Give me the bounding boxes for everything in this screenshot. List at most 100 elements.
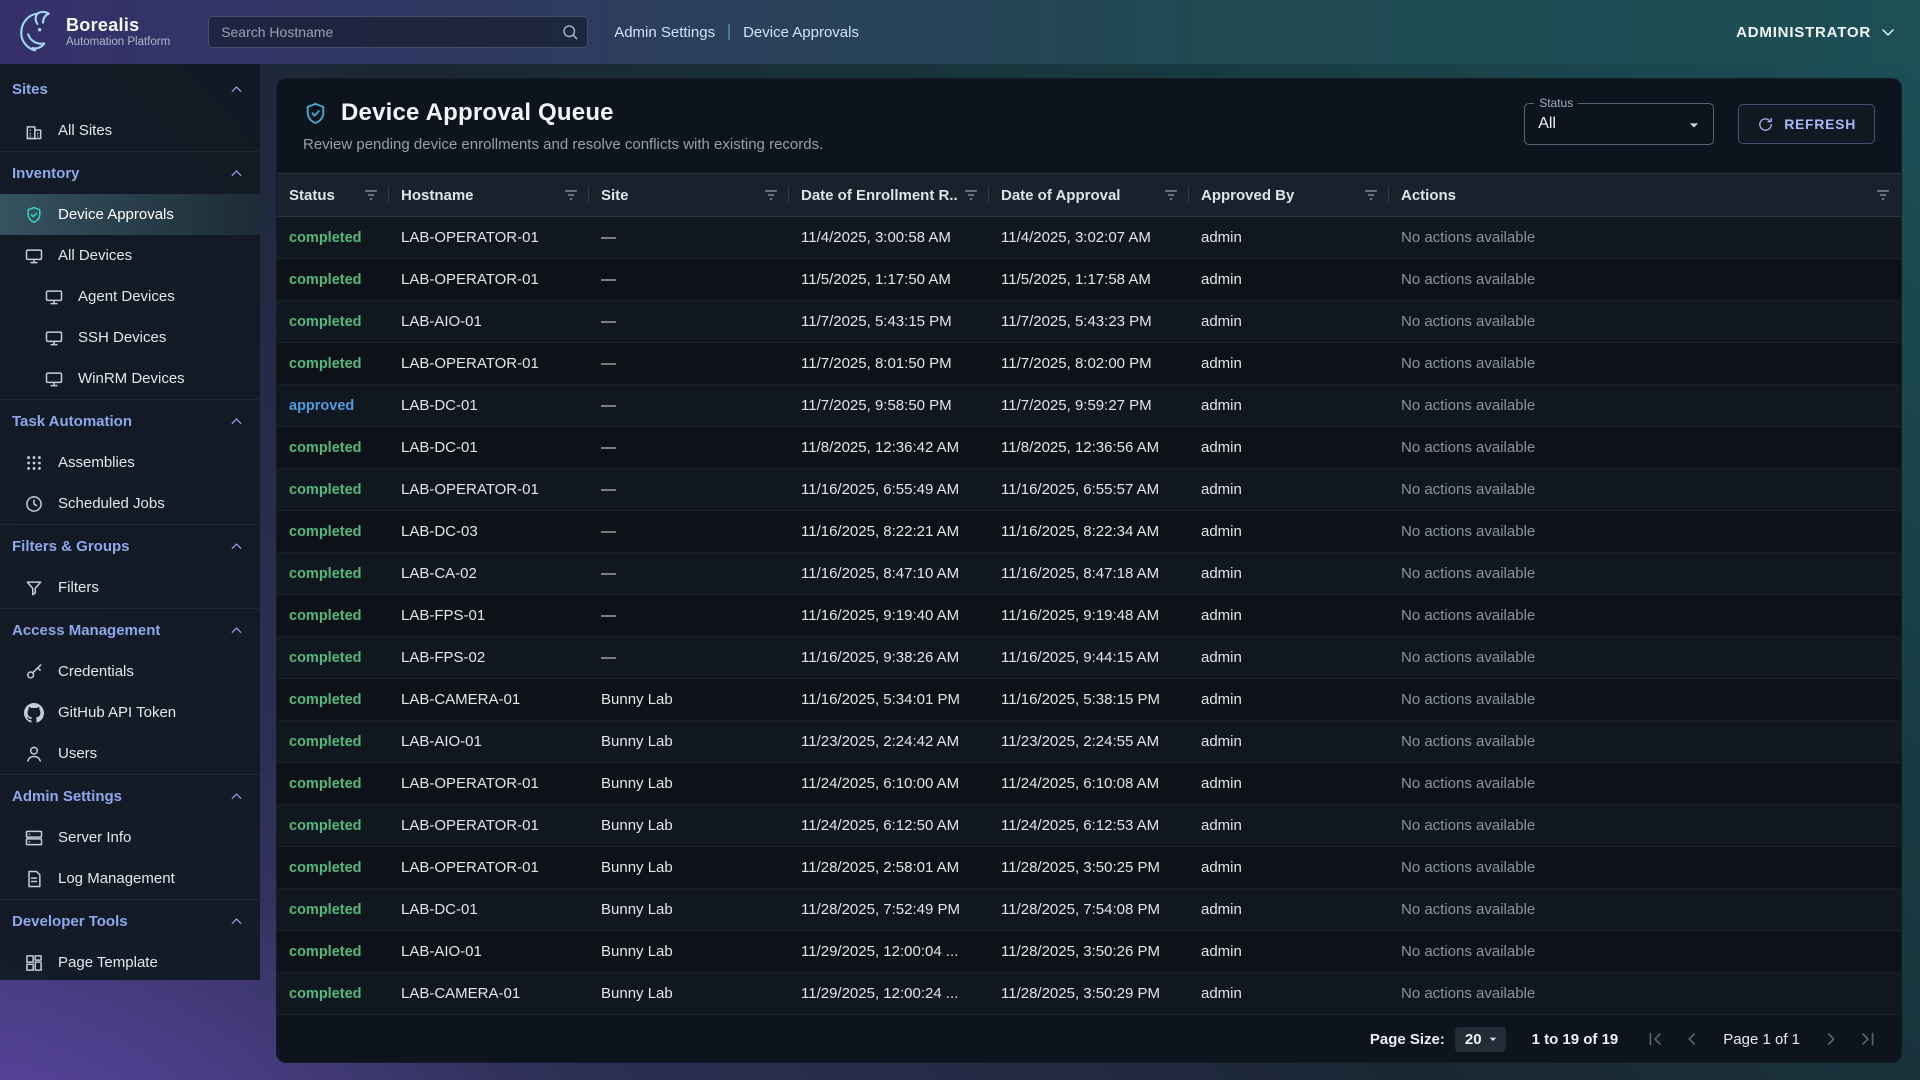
approvals-table: StatusHostnameSiteDate of Enrollment R..… xyxy=(277,173,1901,1062)
sidebar-item-users[interactable]: Users xyxy=(0,733,260,774)
cell-approved-by: admin xyxy=(1189,817,1389,834)
devices-icon xyxy=(44,369,64,389)
table-row[interactable]: completedLAB-OPERATOR-01Bunny Lab11/24/2… xyxy=(277,763,1901,805)
table-row[interactable]: completedLAB-OPERATOR-01Bunny Lab11/28/2… xyxy=(277,847,1901,889)
sidebar-item-page-template[interactable]: Page Template xyxy=(0,942,260,980)
column-header-status[interactable]: Status xyxy=(277,174,389,216)
table-row[interactable]: completedLAB-OPERATOR-01—11/5/2025, 1:17… xyxy=(277,259,1901,301)
cell-date-of-approval: 11/28/2025, 3:50:26 PM xyxy=(989,943,1189,960)
last-page-icon[interactable] xyxy=(1857,1028,1879,1050)
user-icon xyxy=(24,744,44,764)
sidebar-item-log-management[interactable]: Log Management xyxy=(0,858,260,899)
section-header-task-automation[interactable]: Task Automation xyxy=(0,400,260,442)
table-row[interactable]: completedLAB-OPERATOR-01—11/16/2025, 6:5… xyxy=(277,469,1901,511)
table-row[interactable]: completedLAB-OPERATOR-01—11/4/2025, 3:00… xyxy=(277,217,1901,259)
sidebar-item-agent-devices[interactable]: Agent Devices xyxy=(0,276,260,317)
table-row[interactable]: completedLAB-FPS-02—11/16/2025, 9:38:26 … xyxy=(277,637,1901,679)
cell-actions: No actions available xyxy=(1389,691,1901,708)
table-row[interactable]: completedLAB-AIO-01Bunny Lab11/29/2025, … xyxy=(277,931,1901,973)
chevron-down-icon xyxy=(1878,22,1898,42)
table-row[interactable]: completedLAB-OPERATOR-01Bunny Lab11/24/2… xyxy=(277,805,1901,847)
cell-actions: No actions available xyxy=(1389,943,1901,960)
column-header-date-of-enrollment-r[interactable]: Date of Enrollment R... xyxy=(789,174,989,216)
table-row[interactable]: completedLAB-DC-01—11/8/2025, 12:36:42 A… xyxy=(277,427,1901,469)
column-header-hostname[interactable]: Hostname xyxy=(389,174,589,216)
table-row[interactable]: completedLAB-DC-01Bunny Lab11/28/2025, 7… xyxy=(277,889,1901,931)
column-header-date-of-approval[interactable]: Date of Approval xyxy=(989,174,1189,216)
cell-hostname: LAB-DC-03 xyxy=(389,523,589,540)
cell-hostname: LAB-OPERATOR-01 xyxy=(389,229,589,246)
nav-section-admin-settings: Admin Settings Server Info Log Management xyxy=(0,774,260,899)
cell-hostname: LAB-OPERATOR-01 xyxy=(389,355,589,372)
sidebar-item-ssh-devices[interactable]: SSH Devices xyxy=(0,317,260,358)
table-row[interactable]: completedLAB-DC-03—11/16/2025, 8:22:21 A… xyxy=(277,511,1901,553)
table-row[interactable]: completedLAB-CA-02—11/16/2025, 8:47:10 A… xyxy=(277,553,1901,595)
table-row[interactable]: approvedLAB-DC-01—11/7/2025, 9:58:50 PM1… xyxy=(277,385,1901,427)
search-input[interactable] xyxy=(208,16,588,48)
column-header-actions[interactable]: Actions xyxy=(1389,174,1901,216)
cell-actions: No actions available xyxy=(1389,313,1901,330)
cell-approved-by: admin xyxy=(1189,775,1389,792)
cell-approved-by: admin xyxy=(1189,397,1389,414)
status-filter-select[interactable]: Status All xyxy=(1524,103,1714,145)
user-menu[interactable]: ADMINISTRATOR xyxy=(1736,22,1898,42)
filter-icon[interactable] xyxy=(563,187,579,203)
table-body: completedLAB-OPERATOR-01—11/4/2025, 3:00… xyxy=(277,217,1901,1015)
previous-page-icon[interactable] xyxy=(1681,1028,1703,1050)
sidebar-item-filters[interactable]: Filters xyxy=(0,567,260,608)
sidebar-item-server-info[interactable]: Server Info xyxy=(0,817,260,858)
sidebar-item-scheduled-jobs[interactable]: Scheduled Jobs xyxy=(0,483,260,524)
page-size-select[interactable]: 20 xyxy=(1455,1027,1506,1052)
cell-date-of-enrollment: 11/29/2025, 12:00:24 ... xyxy=(789,985,989,1002)
cell-status: completed xyxy=(277,272,389,288)
section-label: Inventory xyxy=(12,165,80,182)
cell-date-of-approval: 11/5/2025, 1:17:58 AM xyxy=(989,271,1189,288)
section-header-developer-tools[interactable]: Developer Tools xyxy=(0,900,260,942)
cell-hostname: LAB-OPERATOR-01 xyxy=(389,859,589,876)
cell-actions: No actions available xyxy=(1389,901,1901,918)
section-header-access-management[interactable]: Access Management xyxy=(0,609,260,651)
first-page-icon[interactable] xyxy=(1644,1028,1666,1050)
clock-icon xyxy=(24,494,44,514)
next-page-icon[interactable] xyxy=(1820,1028,1842,1050)
table-row[interactable]: completedLAB-CAMERA-01Bunny Lab11/29/202… xyxy=(277,973,1901,1015)
cell-approved-by: admin xyxy=(1189,439,1389,456)
column-header-site[interactable]: Site xyxy=(589,174,789,216)
cell-date-of-enrollment: 11/28/2025, 2:58:01 AM xyxy=(789,859,989,876)
breadcrumb-device-approvals[interactable]: Device Approvals xyxy=(743,24,859,41)
section-header-sites[interactable]: Sites xyxy=(0,68,260,110)
sidebar-item-all-sites[interactable]: All Sites xyxy=(0,110,260,151)
cell-date-of-approval: 11/4/2025, 3:02:07 AM xyxy=(989,229,1189,246)
table-row[interactable]: completedLAB-AIO-01Bunny Lab11/23/2025, … xyxy=(277,721,1901,763)
sidebar-item-credentials[interactable]: Credentials xyxy=(0,651,260,692)
cell-date-of-enrollment: 11/8/2025, 12:36:42 AM xyxy=(789,439,989,456)
section-label: Filters & Groups xyxy=(12,538,130,555)
devices-icon xyxy=(24,246,44,266)
filter-icon[interactable] xyxy=(1363,187,1379,203)
sidebar-item-winrm-devices[interactable]: WinRM Devices xyxy=(0,358,260,399)
column-header-approved-by[interactable]: Approved By xyxy=(1189,174,1389,216)
sidebar-item-all-devices[interactable]: All Devices xyxy=(0,235,260,276)
cell-site: Bunny Lab xyxy=(589,943,789,960)
table-row[interactable]: completedLAB-CAMERA-01Bunny Lab11/16/202… xyxy=(277,679,1901,721)
sidebar-item-device-approvals[interactable]: Device Approvals xyxy=(0,194,260,235)
filter-icon[interactable] xyxy=(963,187,979,203)
refresh-button[interactable]: REFRESH xyxy=(1738,104,1875,144)
table-row[interactable]: completedLAB-FPS-01—11/16/2025, 9:19:40 … xyxy=(277,595,1901,637)
cell-date-of-enrollment: 11/16/2025, 8:22:21 AM xyxy=(789,523,989,540)
table-row[interactable]: completedLAB-AIO-01—11/7/2025, 5:43:15 P… xyxy=(277,301,1901,343)
filter-icon[interactable] xyxy=(363,187,379,203)
section-header-filters-groups[interactable]: Filters & Groups xyxy=(0,525,260,567)
breadcrumb-admin-settings[interactable]: Admin Settings xyxy=(614,24,715,41)
section-header-inventory[interactable]: Inventory xyxy=(0,152,260,194)
filter-icon[interactable] xyxy=(1875,187,1891,203)
cell-site: Bunny Lab xyxy=(589,775,789,792)
section-header-admin-settings[interactable]: Admin Settings xyxy=(0,775,260,817)
sidebar-item-github-api-token[interactable]: GitHub API Token xyxy=(0,692,260,733)
cell-status: completed xyxy=(277,860,389,876)
filter-icon[interactable] xyxy=(763,187,779,203)
filter-icon[interactable] xyxy=(1163,187,1179,203)
sidebar-item-assemblies[interactable]: Assemblies xyxy=(0,442,260,483)
sidebar-item-label: Server Info xyxy=(58,829,131,846)
table-row[interactable]: completedLAB-OPERATOR-01—11/7/2025, 8:01… xyxy=(277,343,1901,385)
